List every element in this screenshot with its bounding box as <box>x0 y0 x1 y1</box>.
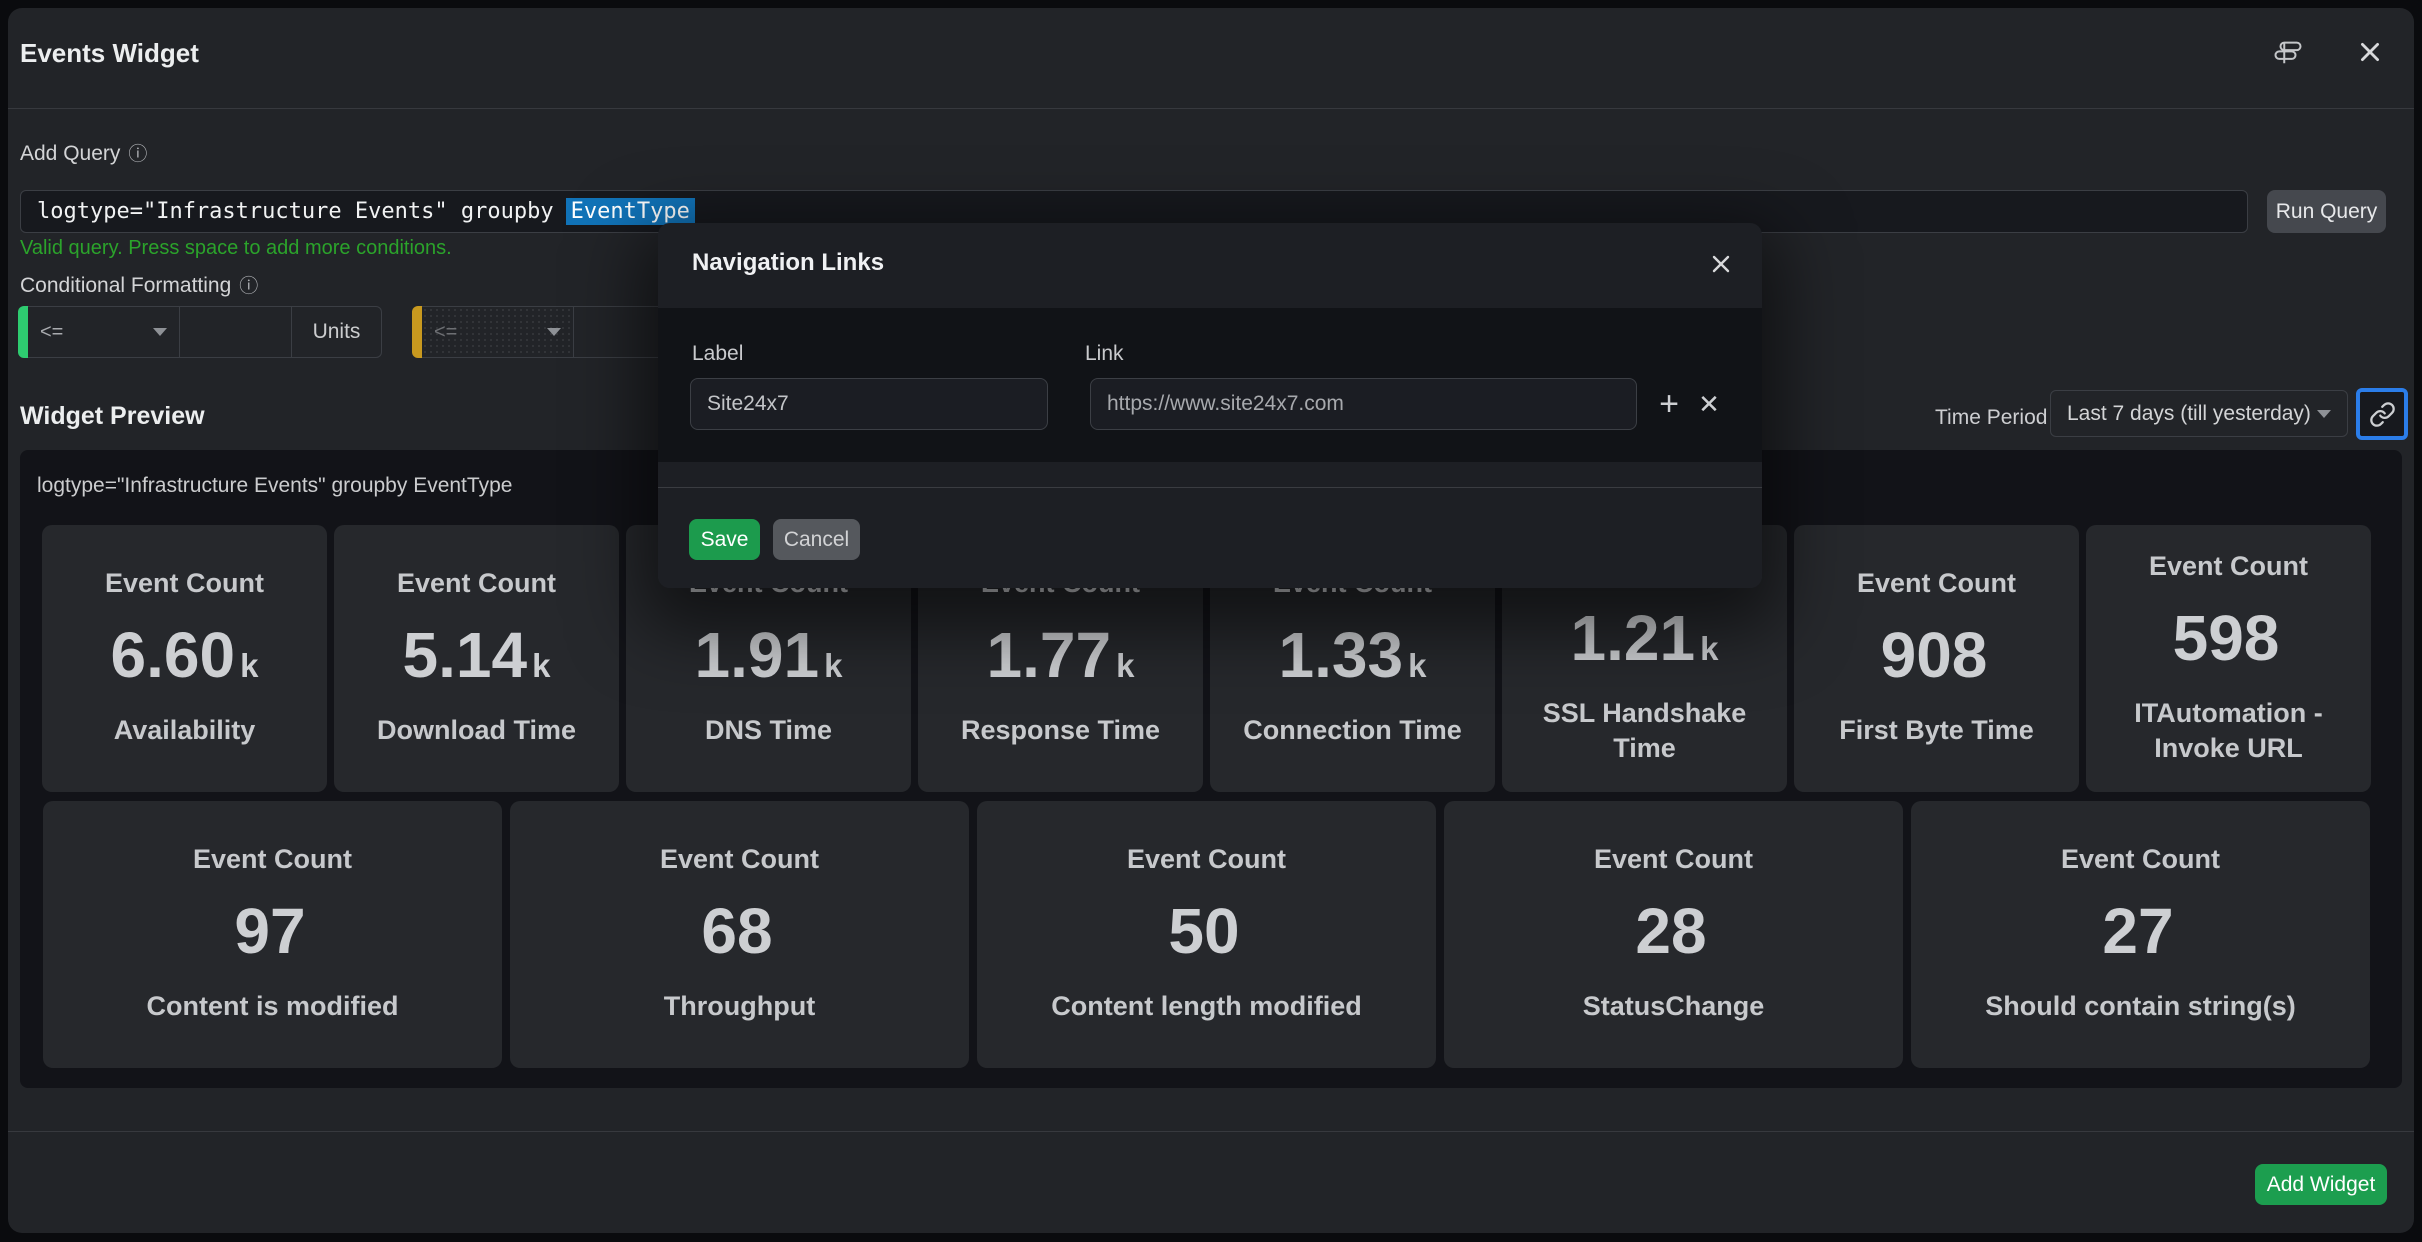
cf-color-bar-green <box>18 306 28 358</box>
layout-signpost-icon[interactable] <box>2270 34 2306 70</box>
header-divider <box>8 108 2414 109</box>
page-title: Events Widget <box>20 38 199 69</box>
label-input[interactable]: Site24x7 <box>690 378 1048 430</box>
preview-query-caption: logtype="Infrastructure Events" groupby … <box>37 474 512 498</box>
link-icon <box>2369 401 2396 428</box>
modal-header: Navigation Links <box>658 223 1762 308</box>
modal-title: Navigation Links <box>692 249 884 277</box>
event-count-card: Event Count 598 ITAutomation - Invoke UR… <box>2086 525 2371 792</box>
remove-link-row-icon[interactable]: ✕ <box>1691 386 1727 422</box>
query-highlight: EventType <box>566 198 695 225</box>
event-count-card: Event Count 28 StatusChange <box>1444 801 1903 1068</box>
modal-body: Label Link Site24x7 https://www.site24x7… <box>658 308 1762 462</box>
event-count-card: Event Count 97 Content is modified <box>43 801 502 1068</box>
link-field-label: Link <box>1085 342 1124 366</box>
event-count-card: Event Count 908 First Byte Time <box>1794 525 2079 792</box>
cf-operator-select[interactable]: <= <box>28 306 180 358</box>
navigation-links-modal: Navigation Links Label Link Site24x7 htt… <box>658 223 1762 588</box>
event-count-card: Event Count 68 Throughput <box>510 801 969 1068</box>
add-link-row-icon[interactable]: + <box>1651 386 1687 422</box>
chevron-down-icon <box>2317 410 2331 418</box>
query-text: logtype="Infrastructure Events" groupby <box>37 199 554 224</box>
info-icon[interactable]: ⓘ <box>239 277 258 296</box>
conditional-formatting-label: Conditional Formatting ⓘ <box>20 274 258 298</box>
modal-footer: Save Cancel <box>658 488 1762 588</box>
time-period-select[interactable]: Last 7 days (till yesterday) <box>2050 390 2348 437</box>
cancel-button[interactable]: Cancel <box>773 519 860 560</box>
cf-color-bar-yellow <box>412 306 422 358</box>
save-button[interactable]: Save <box>689 519 760 560</box>
add-query-label: Add Query ⓘ <box>20 142 147 166</box>
label-field-label: Label <box>692 342 743 366</box>
event-count-card: Event Count 50 Content length modified <box>977 801 1436 1068</box>
info-icon[interactable]: ⓘ <box>128 145 147 164</box>
cf-operator-select[interactable]: <= <box>422 306 574 358</box>
run-query-button[interactable]: Run Query <box>2267 190 2386 233</box>
cf-group-1: <= Units <box>18 306 382 358</box>
add-widget-button[interactable]: Add Widget <box>2255 1164 2387 1205</box>
chevron-down-icon <box>153 328 167 336</box>
events-widget-dialog: Events Widget Add Query ⓘ logtype="Infra… <box>8 8 2414 1233</box>
cards-row-2: Event Count 97 Content is modified Event… <box>43 801 2370 1068</box>
cf-units-label: Units <box>292 306 382 358</box>
cf-value-input[interactable] <box>180 306 292 358</box>
link-input[interactable]: https://www.site24x7.com <box>1090 378 1637 430</box>
navigation-links-button[interactable] <box>2356 388 2408 440</box>
event-count-card: Event Count 27 Should contain string(s) <box>1911 801 2370 1068</box>
close-icon[interactable] <box>2352 34 2388 70</box>
event-count-card: Event Count 6.60k Availability <box>42 525 327 792</box>
footer-divider <box>8 1131 2414 1132</box>
time-period-label: Time Period <box>1935 406 2047 430</box>
query-valid-message: Valid query. Press space to add more con… <box>20 237 452 260</box>
modal-close-icon[interactable] <box>1704 247 1738 281</box>
chevron-down-icon <box>547 328 561 336</box>
widget-preview-title: Widget Preview <box>20 402 205 431</box>
modal-strip <box>658 462 1762 487</box>
event-count-card: Event Count 5.14k Download Time <box>334 525 619 792</box>
